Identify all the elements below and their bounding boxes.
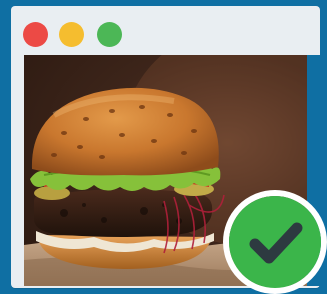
maximize-button[interactable] — [97, 22, 122, 47]
minimize-button[interactable] — [59, 22, 84, 47]
app-background — [0, 0, 327, 294]
window-titlebar — [11, 6, 320, 54]
success-badge — [223, 190, 327, 294]
checkmark-icon — [229, 196, 321, 288]
close-button[interactable] — [23, 22, 48, 47]
